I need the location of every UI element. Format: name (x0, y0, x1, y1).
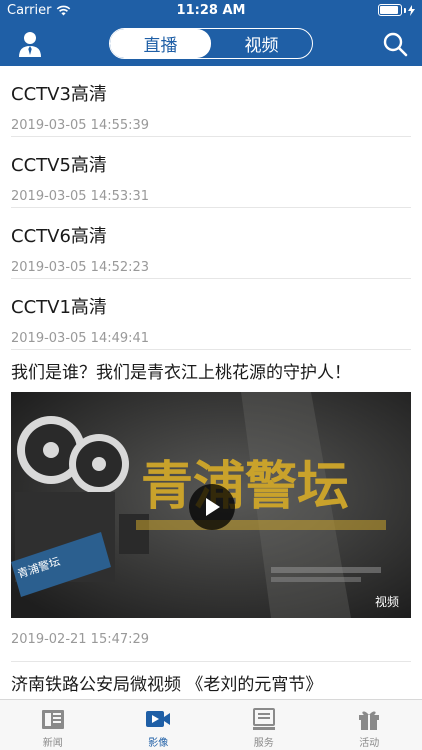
news-icon (41, 710, 64, 729)
play-icon (206, 498, 220, 516)
tab-media-label: 影像 (148, 738, 169, 749)
live-video-switch[interactable]: 直播 视频 (109, 28, 313, 59)
live-channel-item[interactable]: CCTV1高清 2019-03-05 14:49:41 (0, 279, 422, 350)
charging-bolt-icon (408, 4, 415, 16)
search-button[interactable] (382, 31, 408, 57)
video-tag: 视频 (374, 595, 399, 609)
tab-video[interactable]: 视频 (211, 29, 312, 58)
nav-bar: 直播 视频 (0, 22, 422, 66)
tab-service-label: 服务 (253, 738, 274, 749)
battery-icon (378, 4, 402, 16)
live-channel-time: 2019-03-05 14:52:23 (11, 260, 150, 275)
feed-list[interactable]: CCTV3高清 2019-03-05 14:55:39 CCTV5高清 2019… (0, 66, 422, 699)
tab-media[interactable]: 影像 (106, 700, 212, 750)
battery-indicator (378, 4, 415, 16)
live-channel-time: 2019-03-05 14:53:31 (11, 189, 150, 204)
tab-activity[interactable]: 活动 (317, 700, 422, 750)
tab-live[interactable]: 直播 (110, 29, 211, 58)
status-bar: Carrier 11:28 AM (0, 0, 422, 22)
live-channel-item[interactable]: CCTV3高清 2019-03-05 14:55:39 (0, 66, 422, 137)
live-channel-title: CCTV5高清 (11, 155, 107, 176)
tab-news-label: 新闻 (42, 738, 63, 749)
video-time-text: 2019-02-21 15:47:29 (11, 632, 150, 647)
thumbnail-title-text: 青浦警坛 (141, 456, 349, 517)
user-icon (19, 32, 41, 57)
play-button[interactable] (189, 484, 235, 530)
video-time: 2019-02-21 15:47:29 (11, 618, 411, 662)
service-icon (252, 708, 275, 730)
live-channel-title: CCTV3高清 (11, 84, 107, 105)
video-thumbnail[interactable]: 青浦警坛 青浦警坛 视频 (11, 392, 411, 618)
tab-service[interactable]: 服务 (211, 700, 317, 750)
tab-news[interactable]: 新闻 (0, 700, 106, 750)
search-icon (383, 32, 408, 57)
video-camera-icon (146, 711, 171, 727)
tab-activity-label: 活动 (359, 738, 380, 749)
user-profile-button[interactable] (16, 30, 44, 58)
live-channel-title: CCTV1高清 (11, 297, 107, 318)
live-channel-item[interactable]: CCTV6高清 2019-03-05 14:52:23 (0, 208, 422, 279)
video-title: 我们是谁？我们是青衣江上桃花源的守护人！ (11, 363, 351, 383)
live-channel-title: CCTV6高清 (11, 226, 107, 247)
clock: 11:28 AM (176, 3, 246, 18)
live-channel-item[interactable]: CCTV5高清 2019-03-05 14:53:31 (0, 137, 422, 208)
divider (11, 661, 411, 662)
live-channel-time: 2019-03-05 14:55:39 (11, 118, 150, 133)
next-video-title[interactable]: 济南铁路公安局微视频 《老刘的元宵节》 (0, 662, 422, 695)
gift-icon (359, 711, 380, 730)
live-channel-time: 2019-03-05 14:49:41 (11, 331, 150, 346)
divider (11, 349, 411, 350)
bottom-tab-bar: 新闻 影像 服务 活动 (0, 699, 422, 750)
video-item[interactable]: 我们是谁？我们是青衣江上桃花源的守护人！ 青浦警坛 青浦警坛 视频 2019-0… (0, 350, 422, 662)
